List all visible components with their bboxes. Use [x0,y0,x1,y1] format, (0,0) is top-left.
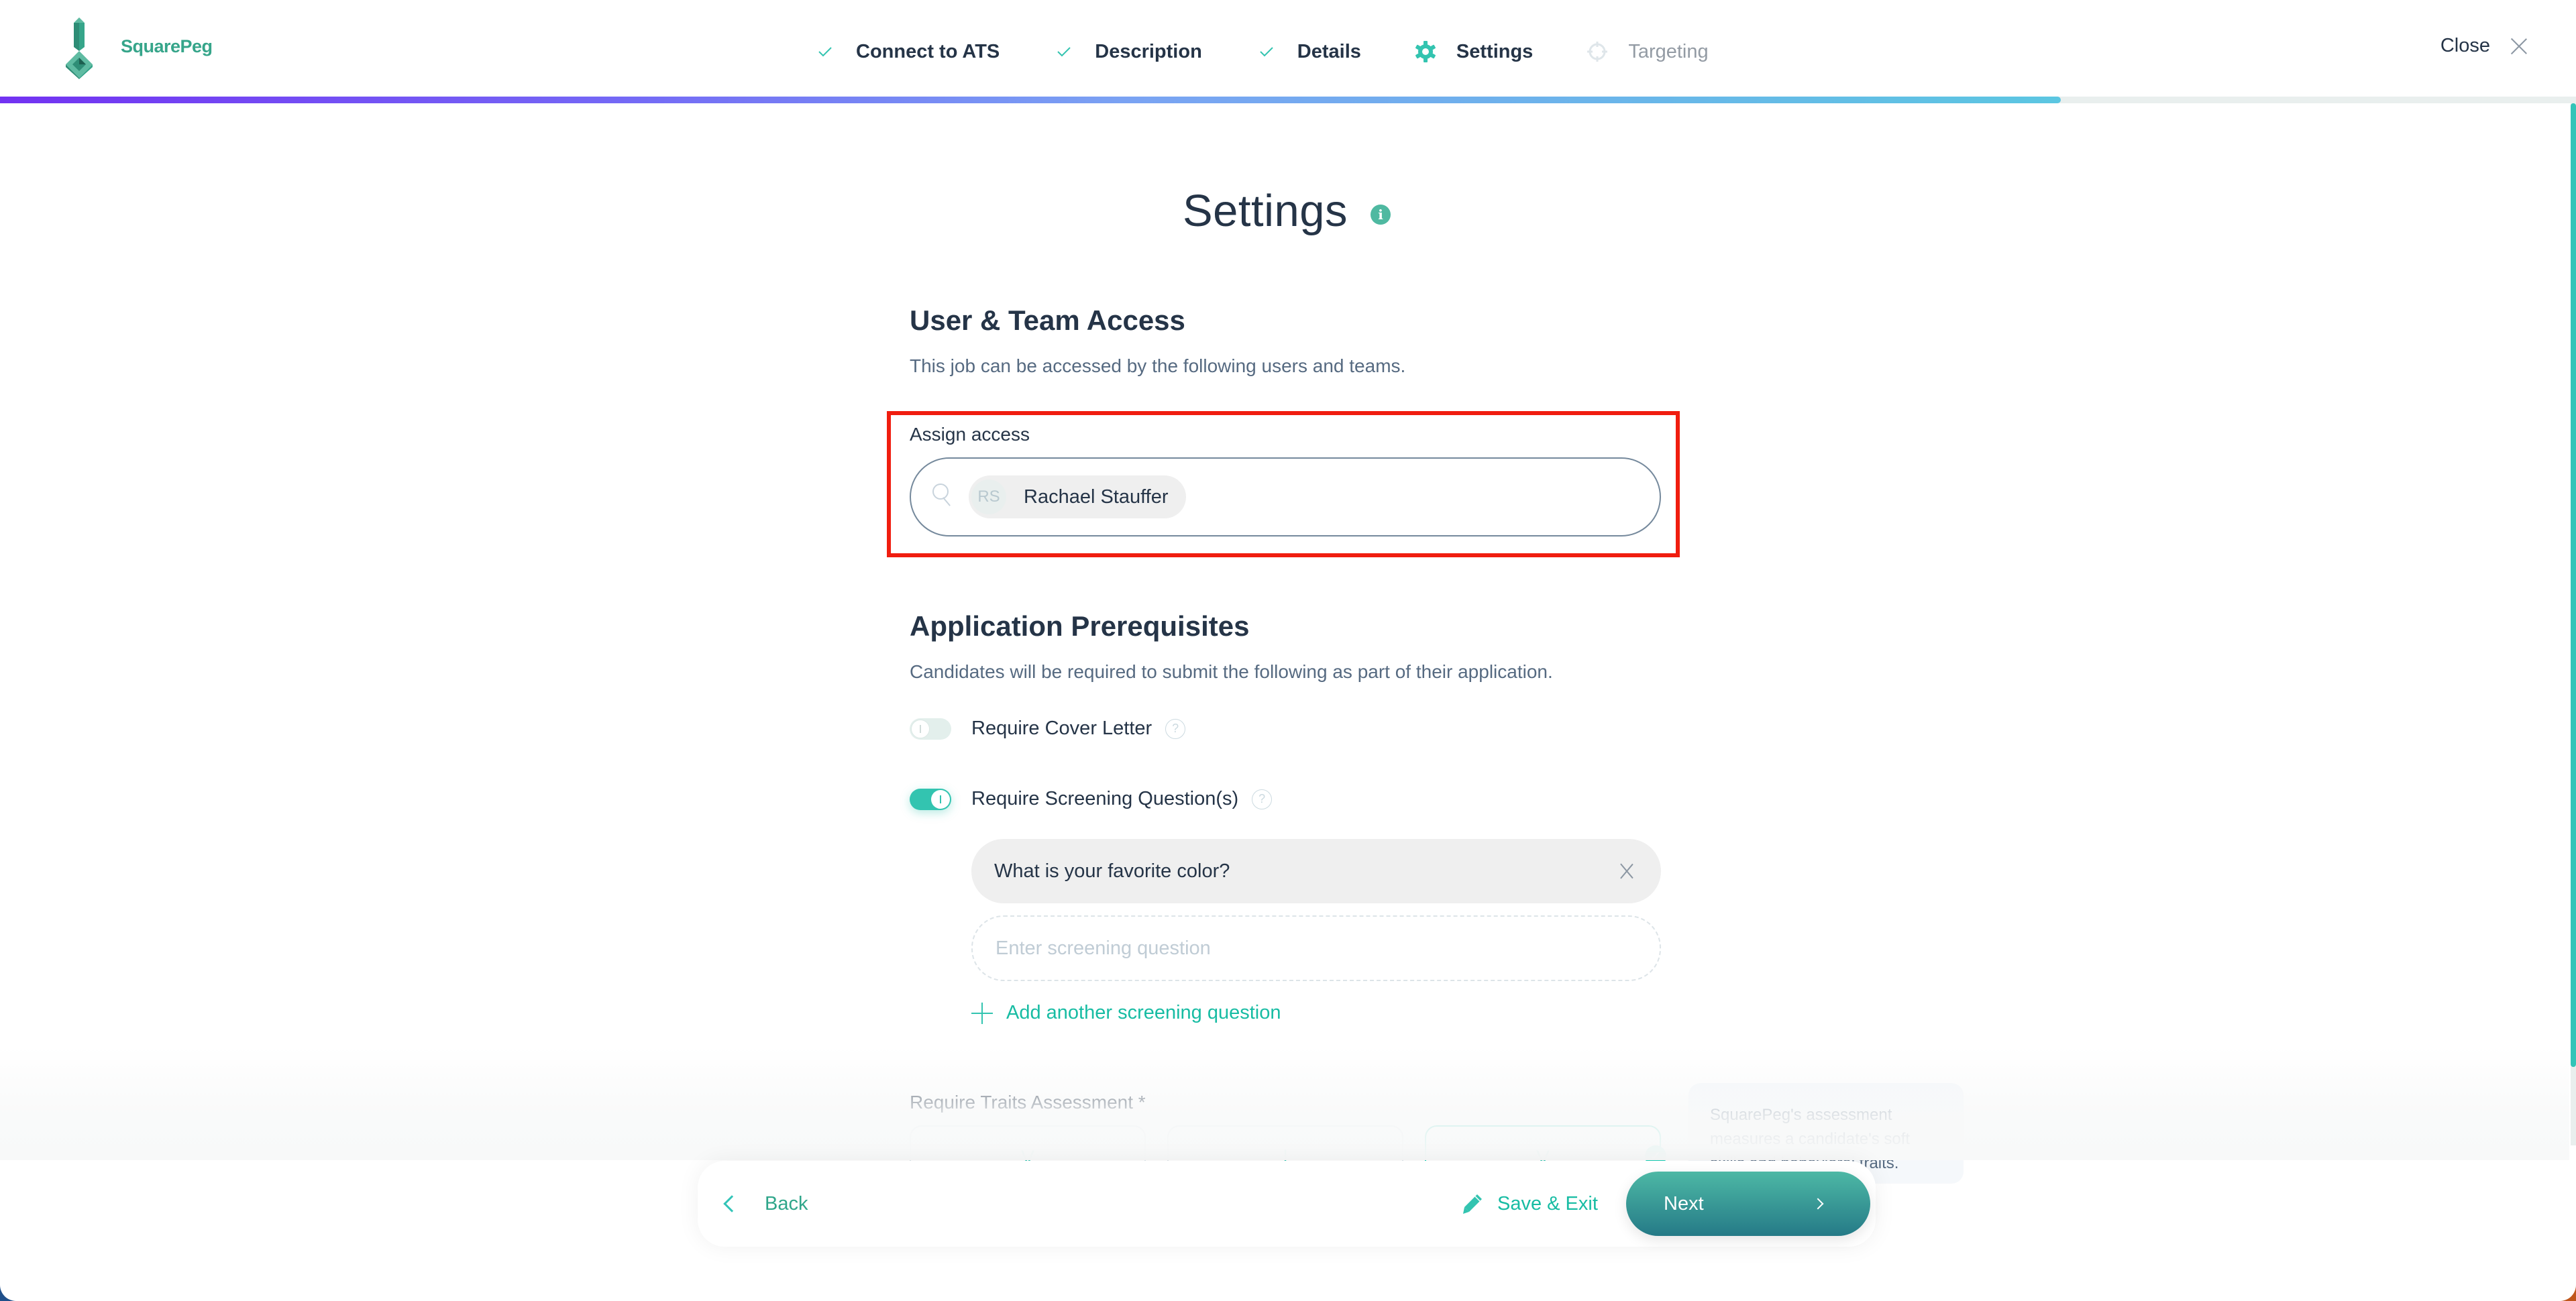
save-exit-button[interactable]: Save & Exit [1461,1186,1598,1221]
close-button[interactable]: Close [2440,35,2528,57]
step-label: Targeting [1628,40,1709,62]
page-title-row: Settings i [910,185,1664,237]
new-screening-question-field[interactable] [971,915,1661,981]
progress-bar [0,97,2576,103]
app-window: SquarePeg Connect to ATS Description Det… [0,0,2576,1301]
assign-access-label: Assign access [910,424,1030,445]
close-label: Close [2440,35,2490,56]
gear-icon [1412,38,1439,65]
avatar: RS [971,479,1006,514]
scrollbar[interactable] [2571,103,2576,1145]
cover-letter-toggle[interactable] [910,718,951,740]
info-icon[interactable]: i [1371,204,1391,225]
screening-question-input[interactable] [996,937,1599,960]
page-title: Settings [1182,186,1348,236]
check-icon [1253,38,1280,65]
step-targeting[interactable]: Targeting [1584,38,1709,65]
user-team-access-title: User & Team Access [910,304,1185,336]
remove-question-icon[interactable] [1619,864,1634,879]
assigned-user-chip[interactable]: RS Rachael Stauffer [969,475,1186,518]
screening-question-text: What is your favorite color? [994,860,1230,882]
assigned-user-name: Rachael Stauffer [1024,486,1169,508]
toggle-knob [911,719,930,738]
screening-questions-row: Require Screening Question(s) ? [910,788,1273,810]
screening-questions-toggle[interactable] [910,788,951,810]
step-label: Settings [1456,40,1534,62]
step-label: Description [1095,40,1202,62]
crosshair-icon [1584,38,1611,65]
scrollbar-thumb[interactable] [2571,103,2576,1068]
traits-assessment-label: Require Traits Assessment * [910,1092,1146,1113]
save-exit-label: Save & Exit [1497,1192,1598,1214]
logo[interactable]: SquarePeg [64,17,213,79]
back-label: Back [765,1192,808,1214]
assign-access-input[interactable]: RS Rachael Stauffer [910,457,1661,536]
help-icon[interactable]: ? [1252,789,1273,809]
cover-letter-label: Require Cover Letter [971,718,1152,739]
search-icon [932,484,955,510]
progress-stepper: Connect to ATS Description Details Setti… [812,35,1760,68]
back-button[interactable]: Back [723,1186,808,1221]
step-connect-to-ats[interactable]: Connect to ATS [812,38,1000,65]
header: SquarePeg Connect to ATS Description Det… [0,0,2576,103]
next-label: Next [1664,1192,1704,1214]
help-icon[interactable]: ? [1165,718,1186,739]
application-prerequisites-title: Application Prerequisites [910,610,1250,642]
toggle-knob [931,789,950,809]
next-button[interactable]: Next [1626,1172,1870,1236]
step-details[interactable]: Details [1253,38,1361,65]
add-screening-question-button[interactable]: Add another screening question [971,1002,1281,1024]
application-prerequisites-description: Candidates will be required to submit th… [910,661,1553,682]
chevron-left-icon [723,1195,741,1212]
check-icon [1051,38,1077,65]
bottom-action-bar: Back Save & Exit Next [698,1161,1876,1247]
settings-form: Settings i User & Team Access This job c… [887,103,1680,1206]
pencil-icon [1463,1194,1482,1214]
user-team-access-description: This job can be accessed by the followin… [910,355,1406,376]
progress-fill [0,97,2061,103]
check-icon [812,38,839,65]
step-settings[interactable]: Settings [1412,38,1533,65]
step-description[interactable]: Description [1051,38,1202,65]
step-label: Details [1297,40,1361,62]
cover-letter-row: Require Cover Letter ? [910,718,1186,740]
add-screening-question-label: Add another screening question [1006,1002,1281,1023]
screening-questions-label: Require Screening Question(s) [971,788,1239,809]
close-icon [2510,38,2528,55]
squarepeg-logo-icon [66,17,93,79]
brand-name: SquarePeg [121,36,213,56]
step-label: Connect to ATS [856,40,1000,62]
screening-question-item[interactable]: What is your favorite color? [971,839,1661,903]
chevron-right-icon [1812,1198,1824,1210]
plus-icon [971,1002,993,1024]
